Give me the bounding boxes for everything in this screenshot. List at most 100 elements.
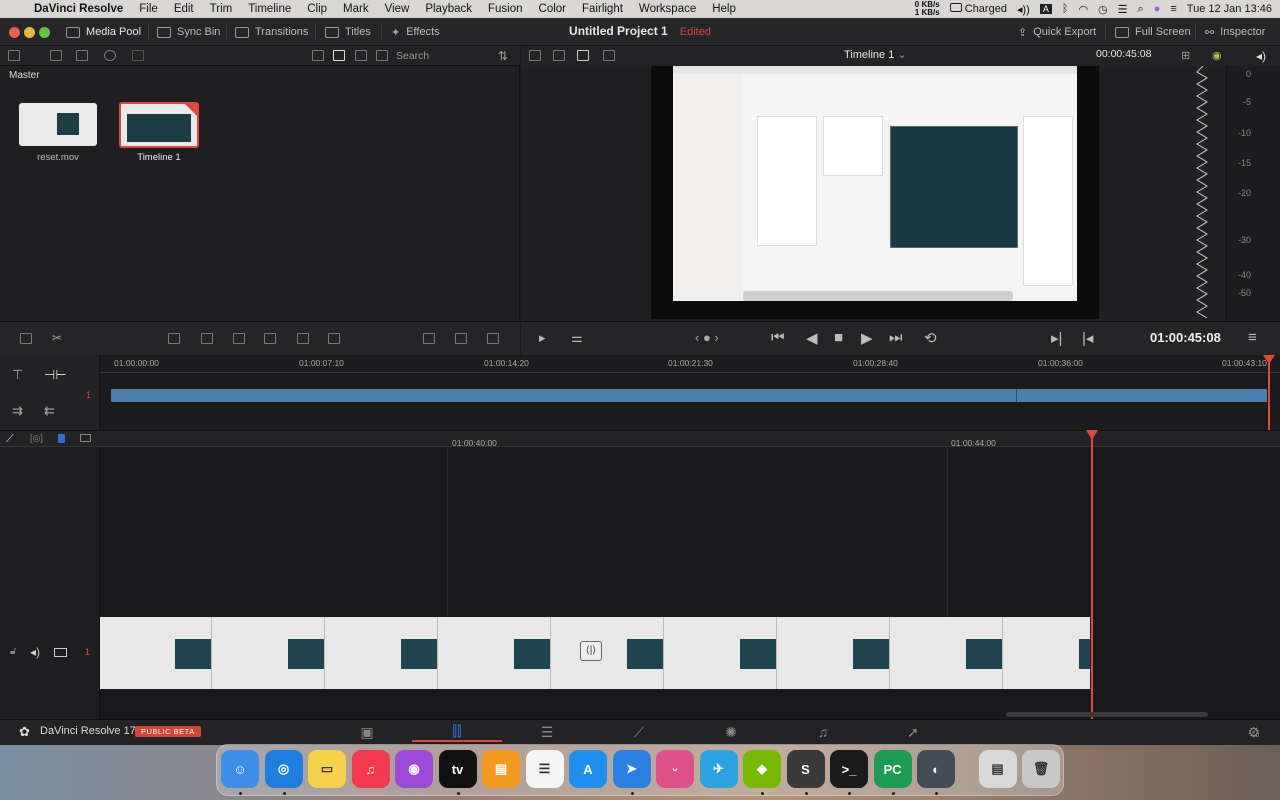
menu-workspace[interactable]: Workspace (631, 3, 704, 15)
dock-preview-icon[interactable]: ▤ (978, 750, 1017, 788)
loop-icon[interactable]: ⟲ (924, 329, 937, 347)
link-icon[interactable] (132, 50, 144, 61)
playhead-handle-icon[interactable] (1263, 355, 1275, 364)
list-view-icon[interactable] (376, 50, 388, 61)
clip-thumbnail-timeline[interactable] (119, 102, 199, 148)
menu-help[interactable]: Help (704, 3, 744, 15)
battery-status[interactable]: Charged (949, 3, 1007, 15)
media-pool-button[interactable]: Media Pool (66, 24, 141, 40)
speaker-icon[interactable]: ◂) (1256, 49, 1266, 63)
network-speed[interactable]: 0 KB/s 1 KB/s (915, 1, 940, 17)
dock-notes-icon[interactable]: ▭ (308, 750, 346, 788)
deliver-page-icon[interactable]: ➚ (868, 722, 958, 742)
full-screen-button[interactable]: Full Screen (1115, 24, 1191, 40)
sort-icon[interactable]: ⇅ (498, 49, 508, 63)
dock-sublime-icon[interactable]: S (786, 750, 825, 788)
menu-trim[interactable]: Trim (202, 3, 241, 15)
place-on-top-icon[interactable] (297, 333, 309, 344)
import-media-icon[interactable] (50, 50, 62, 61)
quick-export-button[interactable]: ⇪ Quick Export (1018, 24, 1096, 40)
zoom-window-button[interactable] (39, 27, 50, 38)
menu-mark[interactable]: Mark (335, 3, 377, 15)
dock-nvidia-icon[interactable]: ◆ (743, 750, 781, 788)
search-input[interactable]: Search (396, 48, 486, 64)
thumbnail-view-icon[interactable] (333, 50, 345, 61)
titles-button[interactable]: Titles (325, 24, 371, 40)
timeline-view-options-icon[interactable] (20, 333, 32, 344)
inspector-button[interactable]: ⚯ Inspector (1205, 24, 1265, 40)
time-machine-icon[interactable]: ◷ (1098, 3, 1108, 16)
menu-playback[interactable]: Playback (417, 3, 480, 15)
playhead-bottom[interactable] (1091, 430, 1093, 719)
menu-fusion[interactable]: Fusion (480, 3, 531, 15)
jog-control[interactable]: ‹ ● › (695, 330, 719, 345)
blade-icon[interactable]: ✂ (52, 331, 62, 345)
timeline-clip-overview[interactable] (111, 389, 1267, 402)
wifi-icon[interactable]: ◠ (1078, 3, 1088, 16)
go-to-end-icon[interactable]: ⏭ (889, 329, 903, 346)
flag-icon[interactable] (58, 434, 65, 443)
overlay-icon[interactable]: ⊞ (1181, 49, 1190, 62)
cut-split-icon[interactable] (423, 333, 435, 344)
dock-app-store-icon[interactable]: A (569, 750, 607, 788)
minimize-window-button[interactable] (24, 27, 35, 38)
bluetooth-icon[interactable]: ᛒ (1062, 3, 1069, 15)
dock-kawaii-icon[interactable]: ᵕ (656, 750, 694, 788)
playhead-options-icon[interactable]: ▸ (539, 330, 546, 346)
clock[interactable]: Tue 12 Jan 13:46 (1187, 3, 1272, 15)
sync-bin-button[interactable]: Sync Bin (157, 24, 220, 40)
zoom-tool-icon[interactable]: ⇉ (12, 403, 23, 419)
dock-reminders-icon[interactable]: ☰ (525, 750, 564, 788)
siri-icon[interactable]: ● (1154, 3, 1161, 15)
go-to-start-icon[interactable]: ⏮ (771, 329, 785, 346)
new-bin-icon[interactable] (76, 50, 88, 61)
single-viewer-icon[interactable] (577, 50, 589, 61)
menu-clip[interactable]: Clip (299, 3, 335, 15)
spotlight-icon[interactable]: ⌕ (1138, 3, 1144, 16)
transitions-button[interactable]: Transitions (235, 24, 308, 40)
sync-icon[interactable] (104, 50, 116, 61)
media-page-icon[interactable]: ▣ (322, 722, 412, 742)
play-icon[interactable]: ▶ (861, 329, 873, 347)
viewer-mode-icon[interactable] (553, 50, 565, 61)
video-track-icon[interactable] (54, 648, 67, 657)
trim-tool-icon[interactable]: ⊣⊢ (44, 367, 67, 383)
lock-icon[interactable]: 🔓︎ (10, 646, 16, 657)
audio-track-icon[interactable]: ◂) (30, 645, 40, 659)
dock-pycharm-icon[interactable]: PC (873, 750, 912, 788)
append-icon[interactable] (201, 333, 213, 344)
edit-page-icon[interactable]: ☰ (502, 722, 592, 742)
menu-app-name[interactable]: DaVinci Resolve (30, 3, 131, 15)
volume-icon[interactable]: ◂)) (1017, 3, 1030, 16)
dock-finder-icon[interactable]: ☺ (221, 750, 259, 788)
dock-podcasts-icon[interactable]: ◉ (395, 750, 433, 788)
playhead-handle-icon[interactable] (1086, 430, 1098, 440)
image-icon[interactable] (455, 333, 467, 344)
close-window-button[interactable] (9, 27, 20, 38)
dock-trash-icon[interactable]: 🗑︎ (1022, 750, 1060, 788)
menu-timeline[interactable]: Timeline (240, 3, 299, 15)
menu-file[interactable]: File (131, 3, 166, 15)
audio-icon[interactable] (487, 333, 499, 344)
play-reverse-icon[interactable]: ◀ (806, 329, 818, 347)
settings-sliders-icon[interactable]: ⚌ (571, 330, 583, 346)
source-overwrite-icon[interactable] (328, 333, 340, 344)
ripple-overwrite-icon[interactable] (233, 333, 245, 344)
fairlight-page-icon[interactable]: ♫ (778, 722, 868, 742)
dock-telegram-icon[interactable]: ✈ (699, 750, 738, 788)
menu-fairlight[interactable]: Fairlight (574, 3, 631, 15)
menu-icon[interactable]: ≡ (1248, 329, 1257, 346)
filmstrip-view-icon[interactable] (355, 50, 367, 61)
fusion-page-icon[interactable]: ⟋ (594, 722, 684, 742)
stop-icon[interactable]: ■ (834, 329, 843, 346)
gear-icon[interactable]: ⚙ (1208, 722, 1260, 742)
input-source-icon[interactable]: A (1039, 4, 1052, 14)
snap-tool-icon[interactable]: ⇇ (44, 403, 55, 419)
color-page-icon[interactable]: ✺ (686, 722, 776, 742)
marker-icon[interactable] (80, 434, 91, 442)
menu-view[interactable]: View (377, 3, 418, 15)
menu-color[interactable]: Color (531, 3, 574, 15)
dock-navigator-icon[interactable]: ➤ (612, 750, 651, 788)
playhead-top[interactable] (1268, 355, 1270, 430)
edit-tool-icon[interactable]: ⟋ (6, 433, 14, 446)
